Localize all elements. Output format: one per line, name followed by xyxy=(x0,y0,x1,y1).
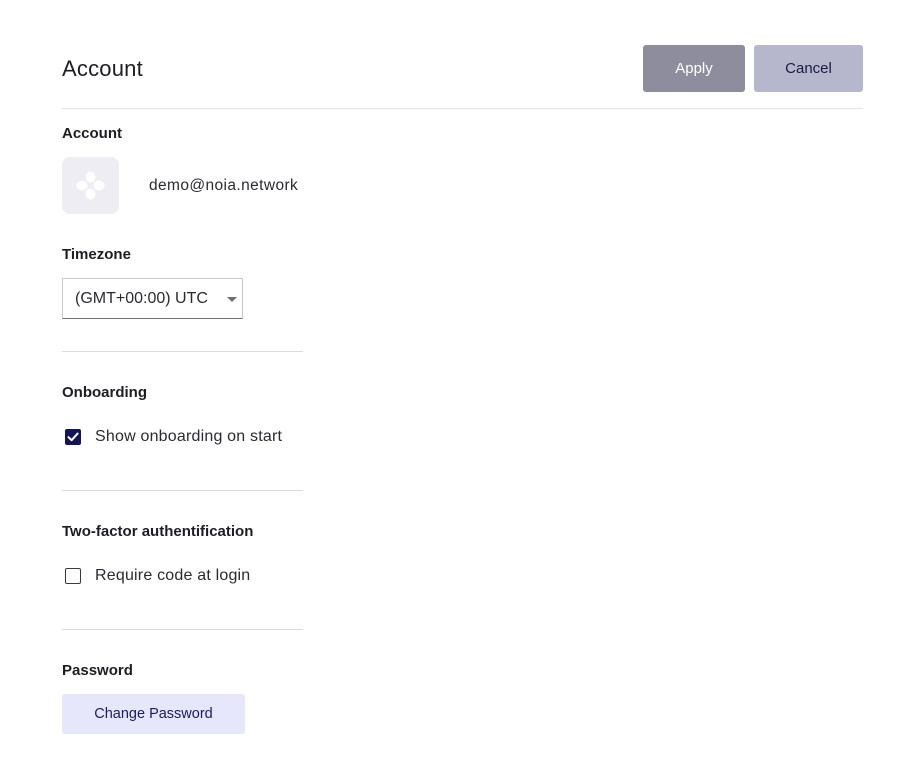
account-section-title: Account xyxy=(62,125,122,142)
two-factor-checkbox[interactable] xyxy=(65,568,81,584)
password-section-title: Password xyxy=(62,662,133,679)
section-divider xyxy=(62,351,303,352)
account-email: demo@noia.network xyxy=(149,177,299,194)
avatar[interactable] xyxy=(62,157,119,214)
timezone-selected-value: (GMT+00:00) UTC xyxy=(75,290,208,307)
caret-down-icon xyxy=(227,297,237,302)
onboarding-checkbox-label[interactable]: Show onboarding on start xyxy=(95,428,282,446)
apply-button[interactable]: Apply xyxy=(643,45,745,92)
page-title: Account xyxy=(62,56,143,81)
two-factor-checkbox-label[interactable]: Require code at login xyxy=(95,567,250,585)
timezone-select[interactable]: (GMT+00:00) UTC xyxy=(62,278,243,319)
header-divider xyxy=(62,108,863,109)
cancel-button[interactable]: Cancel xyxy=(754,45,863,92)
checkmark-icon xyxy=(67,432,79,442)
two-factor-section-title: Two-factor authentification xyxy=(62,523,254,540)
onboarding-checkbox[interactable] xyxy=(65,429,81,445)
noia-logo-icon xyxy=(76,171,105,200)
section-divider xyxy=(62,629,303,630)
timezone-section-title: Timezone xyxy=(62,246,131,263)
change-password-button[interactable]: Change Password xyxy=(62,694,245,734)
onboarding-section-title: Onboarding xyxy=(62,384,147,401)
section-divider xyxy=(62,490,303,491)
